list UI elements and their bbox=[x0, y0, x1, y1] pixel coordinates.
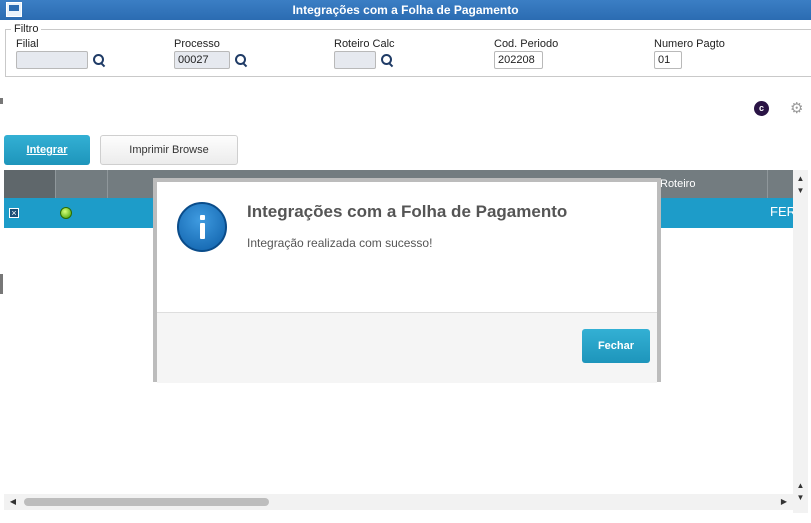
roteiro-calc-input[interactable] bbox=[334, 51, 376, 69]
filial-input[interactable] bbox=[16, 51, 88, 69]
dialog-footer: Fechar bbox=[157, 312, 657, 383]
roteiro-calc-label: Roteiro Calc bbox=[334, 38, 395, 50]
grid-header-roteiro[interactable]: Roteiro bbox=[660, 170, 695, 198]
vertical-scrollbar[interactable]: ▲ ▼ ▲ ▼ bbox=[793, 170, 808, 513]
numero-pagto-input[interactable]: 01 bbox=[654, 51, 682, 69]
filter-group: Filtro Filial Processo 00027 Roteiro Cal… bbox=[5, 23, 811, 77]
print-browse-button[interactable]: Imprimir Browse bbox=[100, 135, 238, 165]
scroll-down-icon[interactable]: ▼ bbox=[793, 492, 808, 504]
gear-icon[interactable]: ⚙ bbox=[790, 101, 803, 116]
processo-input[interactable]: 00027 bbox=[174, 51, 230, 69]
filial-search-icon[interactable] bbox=[92, 53, 106, 67]
main-content: Filtro Filial Processo 00027 Roteiro Cal… bbox=[0, 20, 811, 523]
side-marker bbox=[0, 274, 3, 294]
close-button[interactable]: Fechar bbox=[582, 329, 650, 363]
scroll-left-icon[interactable]: ◀ bbox=[6, 494, 20, 510]
side-marker bbox=[0, 98, 3, 104]
grid-header-status-column[interactable] bbox=[56, 170, 108, 198]
scroll-up-icon[interactable]: ▲ bbox=[793, 480, 808, 492]
processo-search-icon[interactable] bbox=[234, 53, 248, 67]
info-icon bbox=[177, 202, 227, 252]
processo-field: Processo 00027 bbox=[174, 38, 248, 69]
filial-field: Filial bbox=[16, 38, 106, 69]
scroll-right-icon[interactable]: ▶ bbox=[777, 494, 791, 510]
cod-periodo-label: Cod. Periodo bbox=[494, 38, 559, 50]
grid-header-check-column[interactable] bbox=[4, 170, 56, 198]
window-title-bar: Integrações com a Folha de Pagamento bbox=[0, 0, 811, 20]
row-checkbox[interactable]: × bbox=[9, 208, 19, 218]
status-indicator-icon bbox=[60, 207, 72, 219]
dialog-message: Integração realizada com sucesso! bbox=[247, 236, 433, 250]
window-title: Integrações com a Folha de Pagamento bbox=[292, 3, 519, 17]
info-dialog: Integrações com a Folha de Pagamento Int… bbox=[153, 178, 661, 383]
dialog-title: Integrações com a Folha de Pagamento bbox=[247, 202, 568, 221]
filter-legend: Filtro bbox=[11, 23, 42, 35]
app-icon bbox=[6, 2, 22, 17]
cod-periodo-field: Cod. Periodo 202208 bbox=[494, 38, 558, 69]
horizontal-scroll-thumb[interactable] bbox=[24, 498, 269, 506]
filial-label: Filial bbox=[16, 38, 39, 50]
scroll-down-icon[interactable]: ▼ bbox=[793, 185, 808, 197]
circle-c-icon[interactable]: c bbox=[754, 101, 769, 116]
scroll-up-icon[interactable]: ▲ bbox=[793, 173, 808, 185]
row-cell-roteiro: FER bbox=[770, 204, 793, 219]
processo-label: Processo bbox=[174, 38, 220, 50]
integrate-button[interactable]: Integrar bbox=[4, 135, 90, 165]
cod-periodo-input[interactable]: 202208 bbox=[494, 51, 543, 69]
roteiro-calc-search-icon[interactable] bbox=[380, 53, 394, 67]
horizontal-scrollbar[interactable]: ◀ ▶ bbox=[4, 494, 793, 510]
numero-pagto-label: Numero Pagto bbox=[654, 38, 725, 50]
numero-pagto-field: Numero Pagto 01 bbox=[654, 38, 725, 69]
roteiro-calc-field: Roteiro Calc bbox=[334, 38, 395, 69]
